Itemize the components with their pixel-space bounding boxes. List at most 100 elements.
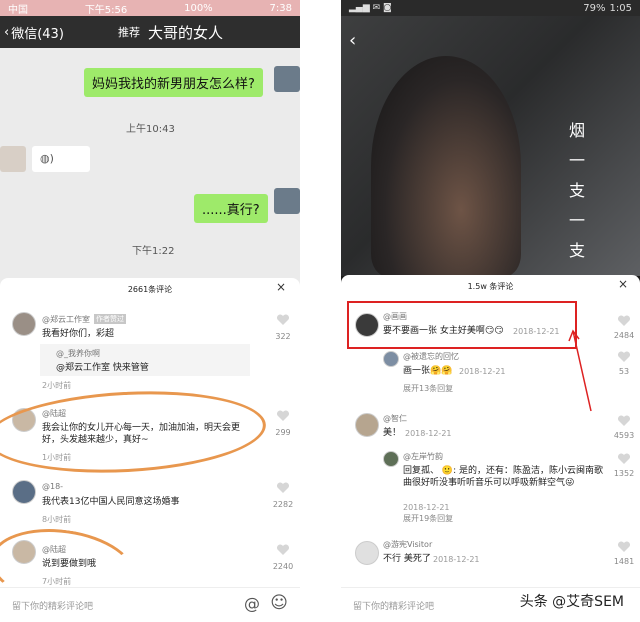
mention-icon[interactable]: @ (244, 594, 260, 613)
avatar[interactable] (383, 451, 399, 467)
battery-label: 79% (583, 2, 606, 14)
right-screenshot: ▂▄▆ ✉ ◙ 79% 1:05 ‹ 烟 一 支 一 支 1.5w 条评论 × … (341, 0, 640, 622)
emoji-icon[interactable]: ☺ (270, 593, 288, 613)
comment-author[interactable]: @智仁 (383, 413, 407, 424)
status-time: 下午5:56 (84, 4, 128, 16)
video-poster[interactable]: ‹ 烟 一 支 一 支 (341, 16, 640, 276)
author-liked-tag: 作者赞过 (94, 314, 126, 324)
comment-count: 2661条评论 (127, 285, 173, 294)
comment-input[interactable]: 留下你的精彩评论吧 (353, 599, 434, 612)
heart-icon[interactable] (617, 315, 631, 327)
comment-author[interactable]: @18- (42, 482, 63, 491)
heart-icon[interactable] (276, 482, 290, 494)
close-icon[interactable]: × (618, 277, 628, 291)
avatar-other (0, 146, 26, 172)
heart-icon[interactable] (276, 314, 290, 326)
back-label[interactable]: 微信(43) (11, 23, 64, 42)
poster-figure (371, 56, 521, 276)
poster-char: 一 (568, 151, 585, 170)
avatar[interactable] (383, 351, 399, 367)
comment-time: 2018-12-21 (403, 503, 450, 512)
expand-replies-link[interactable]: 展开19条回复 (403, 513, 453, 524)
heart-icon[interactable] (276, 544, 290, 556)
like-count: 2240 (272, 562, 294, 571)
back-icon[interactable]: ‹ (349, 30, 356, 51)
signal-icon: ▂▄▆ ✉ ◙ (349, 3, 392, 13)
orange-highlight-circle (0, 384, 268, 480)
comment-sheet: 2661条评论 × @郑云工作室 作者赞过 我看好你们，彩超 @_我养你啊 @郑… (0, 278, 300, 622)
heart-icon[interactable] (617, 541, 631, 553)
comment-time: 2018-12-21 (405, 429, 452, 438)
poster-char: 烟 (568, 121, 585, 140)
avatar[interactable] (355, 413, 379, 437)
like-count: 4593 (613, 431, 635, 440)
comment-time: 2018-12-21 (459, 367, 506, 376)
comment-sheet: 1.5w 条评论 × @画画 要不要画一张 女主好美啊😏😏 2018-12-21… (341, 275, 640, 622)
like-count: 322 (275, 332, 291, 341)
timestamp: 上午10:43 (126, 124, 175, 135)
back-icon[interactable]: ‹ (4, 25, 9, 40)
heart-icon[interactable] (617, 415, 631, 427)
expand-replies-link[interactable]: 展开13条回复 (403, 383, 453, 394)
comment-text: 我看好你们，彩超 (42, 329, 115, 339)
comment-time: 8小时前 (42, 515, 72, 524)
comment-text: 美！ (383, 428, 402, 438)
comment-author[interactable]: @游宪Visitor (383, 539, 432, 550)
like-count: 299 (275, 428, 291, 437)
watermark: 头条 @艾奇SEM (515, 590, 628, 612)
chat-area: 妈妈我找的新男朋友怎么样? 上午10:43 ◍) ......真行? 下午1:2… (0, 48, 300, 280)
reply-author[interactable]: @_我养你啊 (56, 348, 100, 359)
avatar-me-2 (274, 188, 300, 214)
comment-input-bar: 留下你的精彩评论吧 @ ☺ (0, 587, 300, 622)
avatar-me (274, 66, 300, 92)
comment-author[interactable]: @郑云工作室 (42, 314, 90, 325)
avatar[interactable] (12, 480, 36, 504)
poster-text: 烟 一 支 一 支 (567, 116, 587, 266)
like-count: 1352 (613, 469, 635, 478)
like-count: 1481 (613, 557, 635, 566)
battery-label: 100% (184, 2, 213, 14)
left-screenshot: 中国 下午5:56 100% 7:38 ‹ 微信(43) 大哥的女人 推荐 妈妈… (0, 0, 300, 622)
timestamp-2: 下午1:22 (132, 246, 175, 257)
like-count: 2282 (272, 500, 294, 509)
comment-time: 2小时前 (42, 381, 72, 390)
comment-text: 不行 美死了 (383, 554, 431, 564)
reply-text: @郑云工作室 快来管管 (56, 363, 149, 373)
avatar[interactable] (355, 313, 379, 337)
chat-title: 大哥的女人 (148, 23, 224, 42)
comment-author[interactable]: @被遗忘的回忆 (403, 351, 459, 362)
comment-count: 1.5w 条评论 (467, 282, 514, 291)
carrier-label: 中国 (8, 4, 28, 16)
heart-icon[interactable] (617, 453, 631, 465)
avatar[interactable] (12, 312, 36, 336)
voice-message[interactable]: ◍) (32, 146, 90, 172)
red-arrow-annotation (568, 329, 592, 412)
poster-char: 支 (568, 241, 585, 260)
comment-text: 画一张🤗🤗 (403, 366, 453, 376)
voice-icon: ◍) (40, 152, 54, 165)
comment-input[interactable]: 留下你的精彩评论吧 (12, 599, 93, 612)
comment-text: 回复孤、 🙂: 是的，还有：陈盈洁，陈小云闽南歌曲很好听没事听听音乐可以呼吸新鲜… (403, 466, 603, 488)
poster-char: 一 (568, 211, 585, 230)
poster-char: 支 (568, 181, 585, 200)
comment-author[interactable]: @左岸竹韵 (403, 451, 443, 462)
comment-text: 我代表13亿中国人民同意这场婚事 (42, 497, 180, 507)
comment-author[interactable]: @画画 (383, 311, 407, 322)
comment-time: 2018-12-21 (433, 555, 480, 564)
status-bar: ▂▄▆ ✉ ◙ 79% 1:05 (341, 0, 640, 16)
avatar[interactable] (355, 541, 379, 565)
comment-text: 要不要画一张 女主好美啊😏😏 (383, 326, 504, 336)
heart-icon[interactable] (276, 410, 290, 422)
wechat-header: ‹ 微信(43) 大哥的女人 推荐 (0, 16, 300, 48)
status-bar: 中国 下午5:56 100% 7:38 (0, 0, 300, 16)
like-count: 2484 (613, 331, 635, 340)
status-time-right: 7:38 (269, 2, 292, 14)
comment-time: 2018-12-21 (513, 327, 560, 336)
like-count: 53 (618, 367, 630, 376)
chat-bubble-outgoing-2: ......真行? (194, 194, 268, 223)
recommend-tab[interactable]: 推荐 (118, 24, 140, 40)
status-time: 1:05 (609, 2, 632, 14)
chat-bubble-outgoing: 妈妈我找的新男朋友怎么样? (84, 68, 263, 97)
heart-icon[interactable] (617, 351, 631, 363)
close-icon[interactable]: × (276, 280, 286, 294)
